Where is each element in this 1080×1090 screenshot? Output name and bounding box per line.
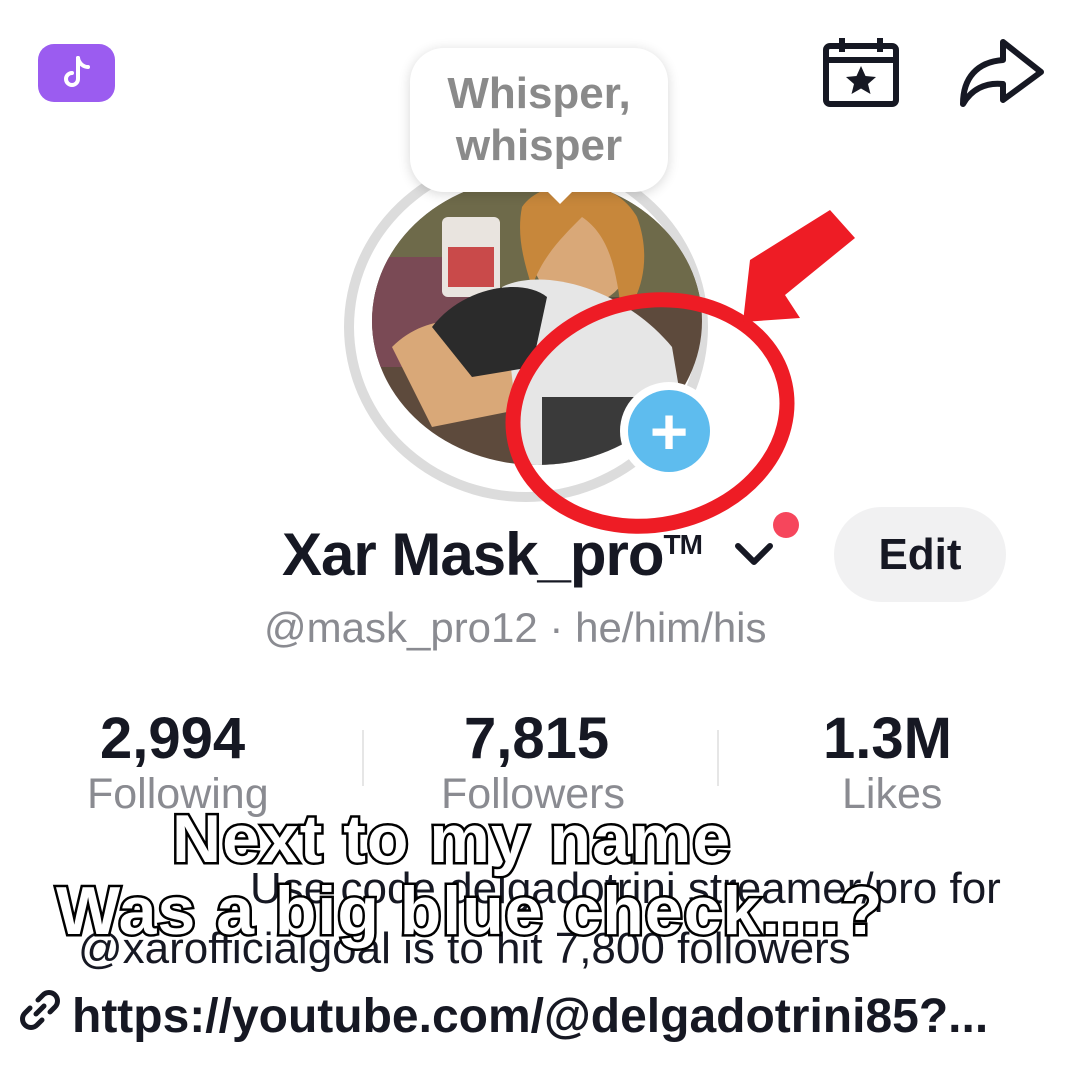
likes-label[interactable]: Likes	[842, 770, 942, 819]
caption-line-1: Next to my name	[169, 799, 732, 880]
tiktok-icon[interactable]	[38, 44, 115, 102]
caption-line-2: Was a big blue check....?	[53, 871, 884, 952]
stat-divider	[362, 730, 364, 786]
display-name: Xar Mask_proTM	[282, 520, 703, 589]
share-arrow-icon[interactable]	[955, 36, 1047, 110]
bio-link-text: https://youtube.com/@delgadotrini85?...	[72, 989, 989, 1043]
link-icon	[18, 988, 72, 1044]
display-name-text: Xar Mask_pro	[282, 521, 665, 588]
note-text: Whisper, whisper	[447, 69, 631, 170]
following-count[interactable]: 2,994	[100, 705, 245, 772]
bio-link[interactable]: https://youtube.com/@delgadotrini85?...	[18, 988, 988, 1044]
edit-button[interactable]: Edit	[834, 507, 1006, 602]
edit-button-label: Edit	[878, 529, 962, 579]
trademark-suffix: TM	[663, 529, 703, 560]
likes-count[interactable]: 1.3M	[823, 705, 952, 772]
followers-count[interactable]: 7,815	[464, 705, 609, 772]
note-bubble[interactable]: Whisper, whisper	[410, 48, 668, 192]
stat-divider	[717, 730, 719, 786]
calendar-star-icon[interactable]	[822, 36, 900, 108]
annotation-circle-and-arrow	[505, 210, 855, 534]
notification-dot	[773, 512, 799, 538]
username-pronouns: @mask_pro12 · he/him/his	[264, 604, 767, 651]
chevron-down-icon[interactable]	[734, 538, 774, 570]
